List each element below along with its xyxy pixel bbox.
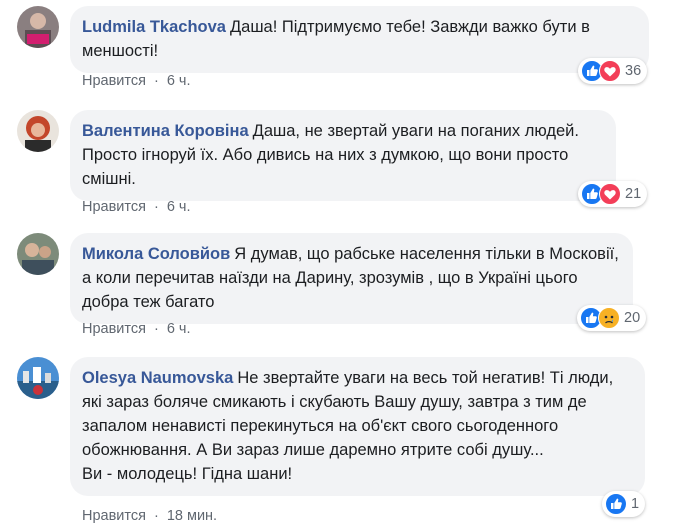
- comment-bubble: Olesya Naumovska Не звертайте уваги на ве…: [70, 357, 645, 496]
- comment-text: Ви - молодець! Гідна шани!: [82, 465, 293, 483]
- reaction-summary[interactable]: 1: [602, 491, 646, 517]
- reaction-summary[interactable]: 20: [577, 305, 647, 331]
- separator: ·: [153, 508, 159, 524]
- like-icon: [605, 493, 627, 515]
- comment-author[interactable]: Ludmila Tkachova: [82, 18, 226, 36]
- reaction-summary[interactable]: 36: [578, 58, 648, 84]
- separator: ·: [153, 73, 159, 89]
- love-icon: [599, 60, 621, 82]
- timestamp[interactable]: 18 мин.: [167, 508, 217, 524]
- timestamp[interactable]: 6 ч.: [167, 199, 191, 215]
- avatar[interactable]: [17, 110, 59, 152]
- sad-icon: [598, 307, 620, 329]
- reaction-count: 20: [624, 310, 641, 326]
- avatar[interactable]: [17, 357, 59, 399]
- love-icon: [599, 183, 621, 205]
- timestamp[interactable]: 6 ч.: [167, 321, 191, 337]
- comment-author[interactable]: Валентина Коровіна: [82, 122, 249, 140]
- comment-author[interactable]: Микола Соловйов: [82, 245, 230, 263]
- avatar[interactable]: [17, 233, 59, 275]
- reaction-count: 1: [631, 496, 640, 512]
- avatar[interactable]: [17, 6, 59, 48]
- comment-meta: Нравится · 6 ч.: [82, 199, 191, 215]
- comment-author[interactable]: Olesya Naumovska: [82, 369, 233, 387]
- like-link[interactable]: Нравится: [82, 73, 146, 89]
- like-link[interactable]: Нравится: [82, 321, 146, 337]
- reaction-summary[interactable]: 21: [578, 181, 648, 207]
- like-link[interactable]: Нравится: [82, 199, 146, 215]
- reaction-count: 21: [625, 186, 642, 202]
- comment-meta: Нравится · 6 ч.: [82, 73, 191, 89]
- separator: ·: [153, 199, 159, 215]
- comment-meta: Нравится · 18 мин.: [82, 508, 217, 524]
- reaction-count: 36: [625, 63, 642, 79]
- timestamp[interactable]: 6 ч.: [167, 73, 191, 89]
- like-link[interactable]: Нравится: [82, 508, 146, 524]
- separator: ·: [153, 321, 159, 337]
- comment-bubble: Ludmila Tkachova Даша! Підтримуємо тебе! …: [70, 6, 649, 73]
- comment-meta: Нравится · 6 ч.: [82, 321, 191, 337]
- comment-bubble: Микола Соловйов Я думав, що рабське насел…: [70, 233, 633, 324]
- comment-bubble: Валентина Коровіна Даша, не звертай уваги…: [70, 110, 616, 201]
